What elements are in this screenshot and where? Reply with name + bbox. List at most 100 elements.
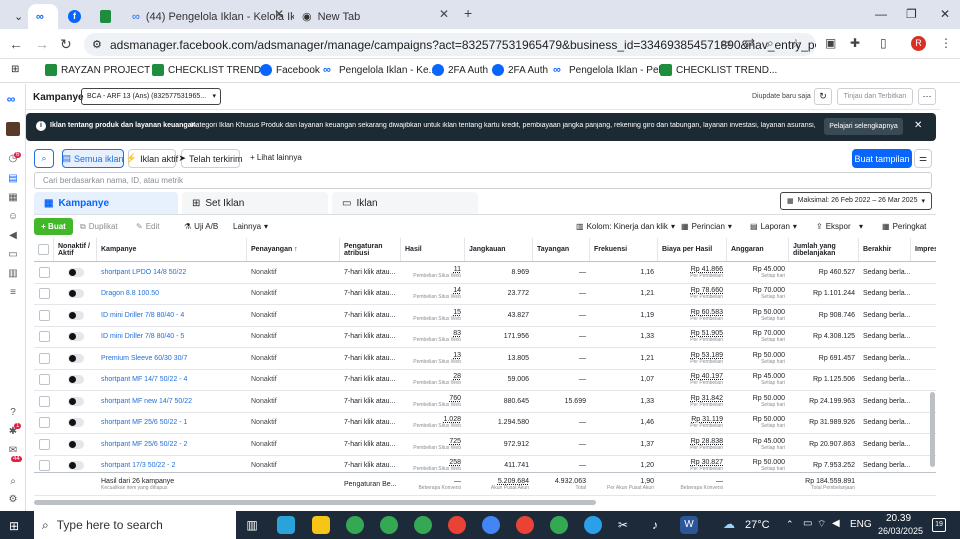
checkbox[interactable] bbox=[38, 460, 50, 472]
tab-ads-manager[interactable]: ∞ (44) Pengelola Iklan - Kelola Ikla bbox=[124, 4, 294, 29]
more-dropdown[interactable]: Lainnya ▾ bbox=[233, 218, 268, 235]
install-icon[interactable]: ▭ bbox=[720, 36, 731, 50]
table-row[interactable]: shortpant MF 14/7 50/22 - 4 Nonaktif 7-har… bbox=[34, 370, 936, 391]
catalog-icon[interactable]: ▥ bbox=[7, 269, 19, 279]
tab-list-button[interactable]: ⌄ bbox=[6, 4, 24, 29]
network-icon[interactable]: ▭ bbox=[803, 518, 812, 529]
megaphone-icon[interactable]: ◀ bbox=[7, 231, 19, 241]
row-toggle-cell[interactable] bbox=[54, 434, 97, 455]
col-frequency[interactable]: Frekuensi bbox=[590, 238, 658, 261]
col-toggle[interactable]: Nonaktif / Aktif bbox=[54, 238, 97, 261]
toggle-switch[interactable] bbox=[67, 310, 84, 320]
campaign-name[interactable]: ID mini Driller 7/8 80/40 - 5 bbox=[101, 327, 245, 348]
toggle-switch[interactable] bbox=[67, 418, 84, 428]
row-checkbox-cell[interactable] bbox=[34, 305, 54, 326]
chrome-icon[interactable] bbox=[380, 516, 398, 534]
url-field[interactable]: ⚙ adsmanager.facebook.com/adsmanager/man… bbox=[84, 33, 816, 56]
col-cost-per-result[interactable]: Biaya per Hasil bbox=[658, 238, 727, 261]
col-attribution[interactable]: Pengaturan atribusi bbox=[340, 238, 401, 261]
more-menu-button[interactable]: ⋯ bbox=[918, 88, 936, 105]
profile-avatar[interactable]: R bbox=[911, 36, 926, 51]
chrome-icon[interactable] bbox=[482, 516, 500, 534]
new-tab-icon[interactable]: + bbox=[464, 5, 472, 21]
campaign-name[interactable]: ID mini Driller 7/8 80/40 - 4 bbox=[101, 305, 245, 326]
create-button[interactable]: + Buat bbox=[34, 218, 73, 235]
wifi-icon[interactable]: ⌔ bbox=[817, 518, 826, 531]
toggle-switch[interactable] bbox=[67, 396, 84, 406]
table-row[interactable]: shortpant LPDO 14/8 50/22 Nonaktif 7-hari … bbox=[34, 262, 936, 284]
campaign-name[interactable]: shortpant MF 25/6 50/22 - 2 bbox=[101, 434, 245, 455]
row-toggle-cell[interactable] bbox=[54, 305, 97, 326]
back-icon[interactable]: ← bbox=[9, 36, 23, 52]
select-all-checkbox[interactable] bbox=[34, 238, 54, 261]
col-results[interactable]: Hasil bbox=[401, 238, 465, 261]
table-row[interactable]: ID mini Driller 7/8 80/40 - 4 Nonaktif 7-h… bbox=[34, 305, 936, 327]
avatar[interactable] bbox=[6, 122, 20, 136]
forward-icon[interactable]: → bbox=[35, 36, 49, 52]
puzzle-icon[interactable]: ✚ bbox=[850, 36, 860, 50]
help-icon[interactable]: ? bbox=[7, 408, 19, 418]
chrome-icon[interactable] bbox=[550, 516, 568, 534]
refresh-button[interactable]: ↻ bbox=[814, 88, 832, 105]
row-toggle-cell[interactable] bbox=[54, 327, 97, 348]
search-icon[interactable]: ⌕ bbox=[34, 149, 54, 168]
meta-logo-icon[interactable]: ∞ bbox=[5, 93, 17, 105]
col-impressions[interactable]: Tayangan bbox=[533, 238, 590, 261]
start-icon[interactable]: ⊞ bbox=[9, 519, 19, 533]
date-range-picker[interactable]: ▦ Maksimal: 26 Feb 2022 – 26 Mar 2025 ▾ bbox=[780, 192, 932, 210]
all-tools-icon[interactable]: ≡ bbox=[7, 288, 19, 298]
settings-icon[interactable]: ⚙ bbox=[7, 495, 19, 505]
menu-icon[interactable]: ⋮ bbox=[940, 36, 952, 50]
export-menu-caret[interactable]: ▾ bbox=[859, 218, 863, 235]
tiktok-icon[interactable]: ♪ bbox=[646, 516, 664, 534]
tab-campaigns[interactable]: ▦ Kampanye bbox=[34, 192, 178, 214]
export-button[interactable]: ⇪ Ekspor bbox=[816, 218, 851, 235]
sliders-icon[interactable]: ⚌ bbox=[914, 149, 932, 168]
row-checkbox-cell[interactable] bbox=[34, 327, 54, 348]
chrome-icon[interactable] bbox=[516, 516, 534, 534]
tray-chevron-icon[interactable]: ⌃ bbox=[786, 519, 794, 530]
apps-icon[interactable]: ⊞ bbox=[11, 64, 19, 75]
close-icon[interactable]: ✕ bbox=[914, 120, 922, 131]
folder-icon[interactable] bbox=[312, 516, 330, 534]
budget-cell[interactable]: Rp 50.000 Setiap hari bbox=[727, 305, 789, 326]
restore-icon[interactable]: ❐ bbox=[906, 7, 917, 21]
chart-icon[interactable]: ▦ bbox=[7, 193, 19, 203]
horizontal-scrollbar[interactable] bbox=[34, 500, 596, 505]
vertical-scrollbar[interactable] bbox=[930, 392, 935, 467]
budget-cell[interactable]: Rp 45.000 Setiap hari bbox=[727, 370, 789, 391]
summary-button[interactable]: ▦ Peringkat bbox=[882, 218, 926, 235]
weather-icon[interactable]: ☁ bbox=[723, 517, 735, 531]
columns-dropdown[interactable]: ▥ Kolom: Kinerja dan klik ▾ bbox=[576, 218, 675, 235]
table-row[interactable]: Premium Sleeve 60/30 30/7 Nonaktif 7-hari … bbox=[34, 348, 936, 370]
close-tab-icon[interactable]: ✕ bbox=[274, 7, 284, 21]
row-checkbox-cell[interactable] bbox=[34, 413, 54, 434]
sidepanel-icon[interactable]: ▯ bbox=[880, 36, 887, 50]
search-input[interactable]: Cari berdasarkan nama, ID, atau metrik bbox=[34, 172, 932, 189]
checkbox[interactable] bbox=[38, 288, 50, 300]
tab-ads[interactable]: ▭ Iklan bbox=[332, 192, 478, 214]
close-window-icon[interactable]: ✕ bbox=[940, 7, 950, 21]
checkbox[interactable] bbox=[38, 374, 50, 386]
budget-cell[interactable]: Rp 50.000 Setiap hari bbox=[727, 391, 789, 412]
toggle-switch[interactable] bbox=[67, 461, 84, 471]
account-selector[interactable]: BCA - ARF 13 (Ans) (832577531965... ▾ bbox=[81, 88, 221, 105]
bookmark-item[interactable]: 2FA Auth bbox=[492, 64, 548, 76]
toggle-switch[interactable] bbox=[67, 267, 84, 277]
col-budget[interactable]: Anggaran bbox=[727, 238, 789, 261]
table-row[interactable]: shortpant MF new 14/7 50/22 Nonaktif 7-har… bbox=[34, 391, 936, 413]
row-toggle-cell[interactable] bbox=[54, 262, 97, 283]
volume-icon[interactable]: ◀ bbox=[832, 518, 840, 529]
row-toggle-cell[interactable] bbox=[54, 370, 97, 391]
filter-all-ads[interactable]: ▤ Semua iklan bbox=[62, 149, 124, 168]
checkbox[interactable] bbox=[38, 331, 50, 343]
checkbox[interactable] bbox=[38, 266, 50, 278]
filter-delivered[interactable]: ➤ Telah terkirim bbox=[178, 149, 243, 168]
col-reach[interactable]: Jangkauan bbox=[465, 238, 533, 261]
checkbox[interactable] bbox=[38, 244, 49, 255]
search-icon[interactable]: ⌕ bbox=[7, 477, 19, 487]
review-publish-button[interactable]: Tinjau dan Terbitkan bbox=[837, 88, 913, 105]
toggle-switch[interactable] bbox=[67, 439, 84, 449]
budget-cell[interactable]: Rp 45.000 Setiap hari bbox=[727, 434, 789, 455]
col-amount-spent[interactable]: Jumlah yang dibelanjakan bbox=[789, 238, 859, 261]
